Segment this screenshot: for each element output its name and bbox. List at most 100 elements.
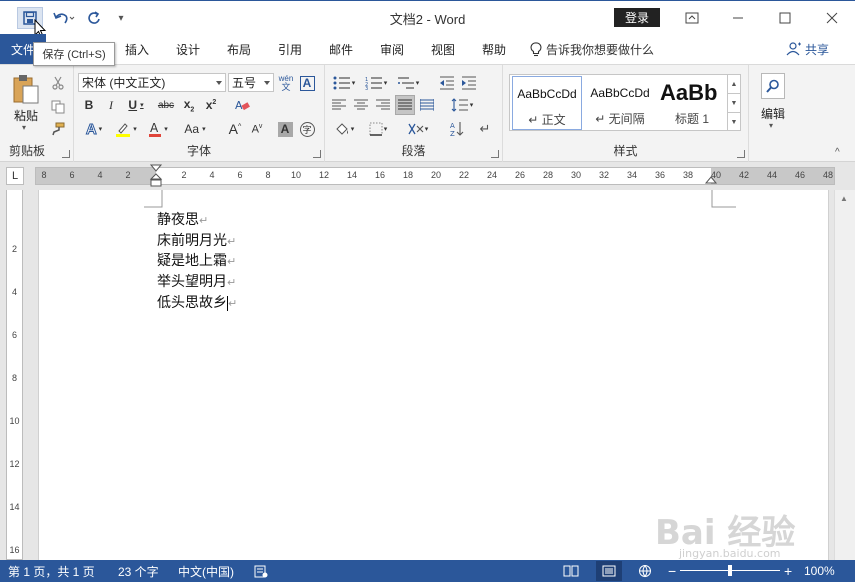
minimize-button[interactable] <box>718 5 758 31</box>
numbering-button[interactable]: 123 ▾ <box>361 73 391 93</box>
font-color-button[interactable]: A ▾ <box>144 119 172 139</box>
tell-me-search[interactable]: 告诉我你想要做什么 <box>530 34 654 64</box>
borders-button[interactable]: ▾ <box>363 119 393 139</box>
increase-indent-button[interactable] <box>459 73 479 93</box>
read-mode-button[interactable] <box>558 561 584 581</box>
sort-icon: AZ <box>450 122 464 137</box>
italic-button[interactable]: I <box>102 95 120 115</box>
editing-button[interactable]: 编辑 ▾ <box>755 71 791 131</box>
undo-button[interactable] <box>50 7 78 29</box>
chevron-down-icon: ▾ <box>22 123 27 132</box>
line-spacing-button[interactable]: ▾ <box>447 95 477 115</box>
right-indent-marker-icon[interactable] <box>704 176 718 186</box>
enclose-characters-button[interactable]: 字 <box>298 119 316 139</box>
ruler-tick-label: 10 <box>290 170 302 180</box>
vertical-scrollbar[interactable]: ▲ <box>834 190 855 560</box>
style-heading-1[interactable]: AaBb 标题 1 <box>658 76 726 130</box>
tab-insert[interactable]: 插入 <box>125 34 149 64</box>
font-dialog-launcher[interactable] <box>313 150 321 158</box>
font-name-select[interactable]: 宋体 (中文正文) <box>78 73 226 92</box>
macro-button[interactable] <box>254 560 268 582</box>
paste-button[interactable]: 粘贴 ▾ <box>8 71 44 132</box>
chevron-down-icon: ▾ <box>202 126 206 133</box>
sort-button[interactable]: AZ <box>447 119 467 139</box>
paragraph-dialog-launcher[interactable] <box>491 150 499 158</box>
copy-button[interactable] <box>48 97 68 117</box>
word-count[interactable]: 23 个字 <box>118 560 159 582</box>
login-button[interactable]: 登录 <box>614 8 660 27</box>
distributed-button[interactable] <box>417 95 437 115</box>
strikethrough-button[interactable]: abc <box>154 95 178 115</box>
zoom-level[interactable]: 100% <box>804 560 835 582</box>
subscript-button[interactable]: x2 <box>180 95 198 115</box>
customize-toolbar-button[interactable]: ▾ <box>114 7 128 29</box>
bullets-button[interactable]: ▾ <box>329 73 359 93</box>
page-count[interactable]: 第 1 页，共 1 页 <box>8 560 95 582</box>
justify-button[interactable] <box>395 95 415 115</box>
tab-layout[interactable]: 布局 <box>227 34 251 64</box>
tab-review[interactable]: 审阅 <box>380 34 404 64</box>
gallery-scroll-down[interactable]: ▼ <box>727 93 740 112</box>
align-center-button[interactable] <box>351 95 371 115</box>
show-formatting-button[interactable]: ↵ <box>475 119 495 139</box>
indent-marker-icon[interactable] <box>149 164 163 190</box>
close-icon <box>826 12 838 24</box>
language-indicator[interactable]: 中文(中国) <box>178 560 234 582</box>
tab-view[interactable]: 视图 <box>431 34 455 64</box>
multilevel-list-button[interactable]: ▾ <box>393 73 423 93</box>
chinese-layout-button[interactable]: ▾ <box>403 119 433 139</box>
decrease-indent-button[interactable] <box>437 73 457 93</box>
underline-button[interactable]: U ▾ <box>124 95 148 115</box>
zoom-in-button[interactable]: + <box>784 560 792 582</box>
format-painter-button[interactable] <box>48 119 68 139</box>
tab-selector[interactable]: L <box>6 167 24 185</box>
superscript-button[interactable]: x2 <box>202 95 220 115</box>
style-normal[interactable]: AaBbCcDd ↵ 正文 <box>512 76 582 130</box>
tab-help[interactable]: 帮助 <box>482 34 506 64</box>
close-button[interactable] <box>812 5 852 31</box>
tab-mailings[interactable]: 邮件 <box>329 34 353 64</box>
ribbon-display-options-button[interactable] <box>672 5 712 31</box>
document-line[interactable]: 低头思故乡↵ <box>157 293 237 313</box>
borders-icon <box>369 122 383 136</box>
grow-font-button[interactable]: A^ <box>224 119 246 139</box>
document-line[interactable]: 床前明月光↵ <box>157 231 236 251</box>
collapse-ribbon-button[interactable]: ^ <box>835 147 840 158</box>
styles-dialog-launcher[interactable] <box>737 150 745 158</box>
print-layout-button[interactable] <box>596 561 622 581</box>
highlight-button[interactable]: ▾ <box>112 119 140 139</box>
document-line[interactable]: 举头望明月↵ <box>157 272 236 292</box>
bold-button[interactable]: B <box>80 95 98 115</box>
font-size-select[interactable]: 五号 <box>228 73 274 92</box>
zoom-out-button[interactable]: − <box>668 560 676 582</box>
scroll-up-icon[interactable]: ▲ <box>840 194 848 203</box>
zoom-slider-thumb[interactable] <box>728 565 732 576</box>
redo-button[interactable] <box>84 7 104 29</box>
align-right-button[interactable] <box>373 95 393 115</box>
character-border-button[interactable]: A <box>298 73 316 93</box>
web-layout-button[interactable] <box>632 561 658 581</box>
maximize-button[interactable] <box>765 5 805 31</box>
gallery-scroll-up[interactable]: ▲ <box>727 75 740 94</box>
clear-formatting-button[interactable]: A <box>232 95 252 115</box>
clipboard-dialog-launcher[interactable] <box>62 150 70 158</box>
shading-button[interactable]: ▾ <box>329 119 359 139</box>
horizontal-ruler[interactable]: 8 6 4 2 2 4 6 8 10 12 14 16 18 20 22 24 26 28 30 32 34 36 38 40… <box>35 164 835 187</box>
character-shading-button[interactable]: A <box>276 119 294 139</box>
document-line[interactable]: 静夜思↵ <box>157 210 208 230</box>
phonetic-guide-button[interactable]: wén 文 <box>276 73 296 93</box>
vertical-ruler[interactable]: 2 4 6 8 10 12 14 16 <box>6 190 23 560</box>
style-no-spacing[interactable]: AaBbCcDd ↵ 无间隔 <box>584 76 656 130</box>
gallery-more-button[interactable]: ▼ <box>727 112 740 131</box>
tab-design[interactable]: 设计 <box>176 34 200 64</box>
tab-references[interactable]: 引用 <box>278 34 302 64</box>
share-button[interactable]: 共享 <box>786 34 829 64</box>
document-line[interactable]: 疑是地上霜↵ <box>157 251 236 271</box>
text-effects-button[interactable]: A ▾ <box>80 119 108 139</box>
ruler-tick-label: 30 <box>570 170 582 180</box>
change-case-button[interactable]: Aa ▾ <box>178 119 212 139</box>
shrink-font-button[interactable]: Av <box>246 119 268 139</box>
cut-button[interactable] <box>48 73 68 93</box>
align-left-button[interactable] <box>329 95 349 115</box>
paste-label: 粘贴 <box>13 109 38 123</box>
